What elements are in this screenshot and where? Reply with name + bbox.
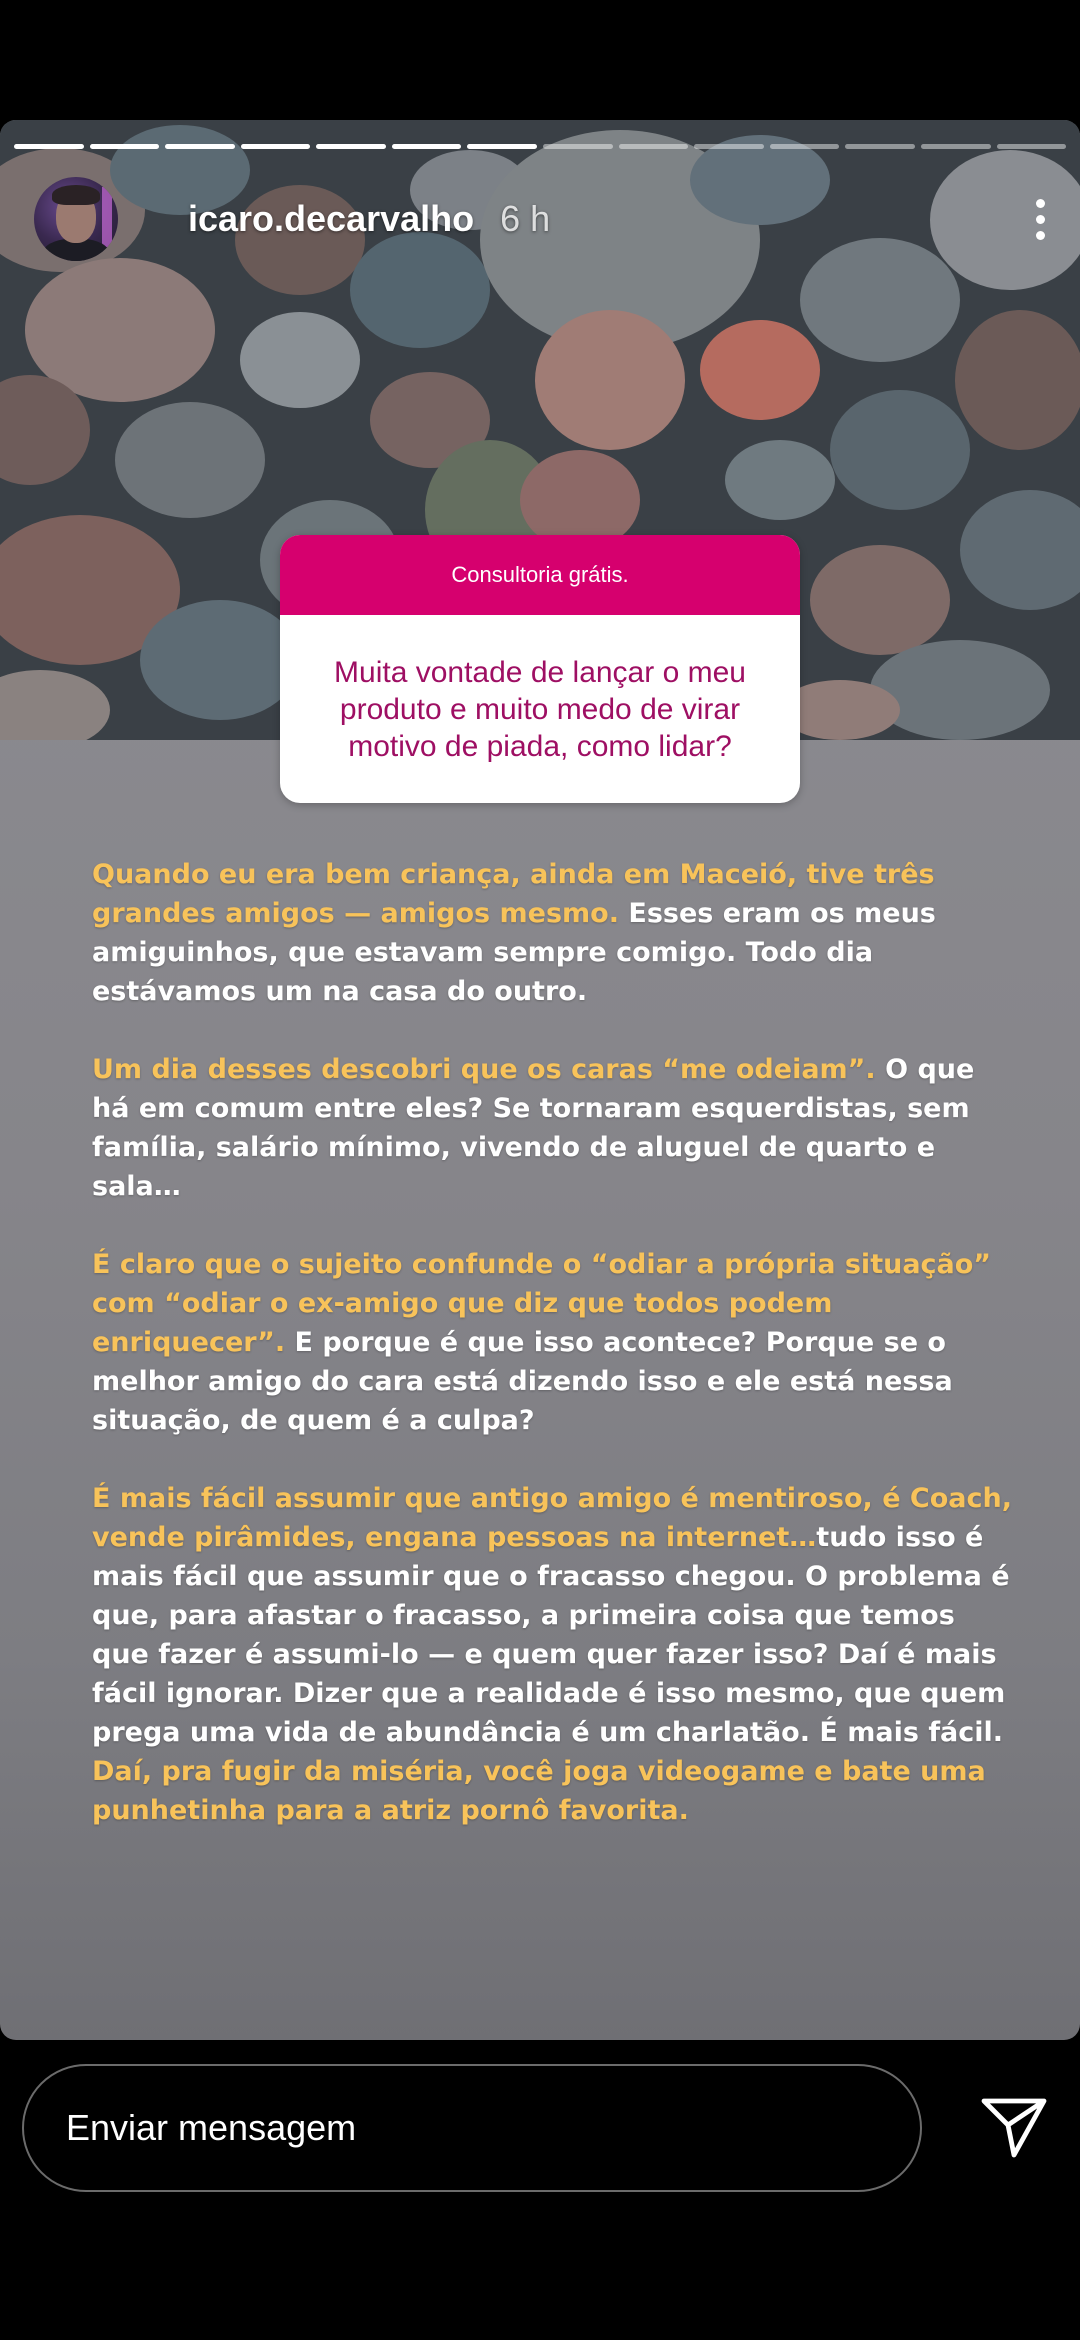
progress-segment — [618, 144, 689, 149]
progress-segment — [996, 144, 1067, 149]
avatar[interactable] — [34, 177, 118, 261]
progress-segment — [14, 144, 84, 149]
story-progress-bar — [14, 144, 1067, 149]
progress-segment — [694, 144, 764, 149]
username[interactable]: icaro.decarvalho — [188, 198, 474, 240]
question-sticker: Consultoria grátis. Muita vontade de lan… — [280, 535, 800, 803]
progress-segment — [920, 144, 991, 149]
more-options-icon[interactable] — [1020, 184, 1060, 254]
progress-segment — [89, 144, 160, 149]
highlight-text: Daí, pra fugir da miséria, você joga vid… — [92, 1756, 986, 1826]
progress-segment — [769, 144, 840, 149]
progress-segment — [316, 144, 386, 149]
progress-segment — [391, 144, 462, 149]
story-body-text: Quando eu era bem criança, ainda em Mace… — [92, 855, 1012, 1869]
progress-segment — [240, 144, 311, 149]
story-footer — [0, 2040, 1080, 2340]
paper-plane-icon[interactable] — [978, 2092, 1050, 2164]
story-card[interactable]: icaro.decarvalho 6 h Consultoria grátis.… — [0, 120, 1080, 2040]
post-time: 6 h — [500, 198, 551, 239]
question-sticker-header: Consultoria grátis. — [280, 535, 800, 615]
paragraph-4: É mais fácil assumir que antigo amigo é … — [92, 1479, 1012, 1830]
progress-segment — [543, 144, 613, 149]
question-sticker-text: Muita vontade de lançar o meu produto e … — [334, 655, 746, 763]
paragraph-2: Um dia desses descobri que os caras “me … — [92, 1050, 1012, 1206]
progress-segment — [845, 144, 915, 149]
highlight-text: Um dia desses descobri que os caras “me … — [92, 1054, 876, 1085]
progress-segment — [165, 144, 235, 149]
paragraph-1: Quando eu era bem criança, ainda em Mace… — [92, 855, 1012, 1011]
paragraph-3: É claro que o sujeito confunde o “odiar … — [92, 1245, 1012, 1440]
story-header: icaro.decarvalho 6 h — [34, 174, 1060, 264]
body-text: tudo isso é mais fácil que assumir que o… — [92, 1522, 1010, 1748]
message-input[interactable] — [22, 2064, 922, 2192]
progress-segment — [467, 144, 538, 149]
